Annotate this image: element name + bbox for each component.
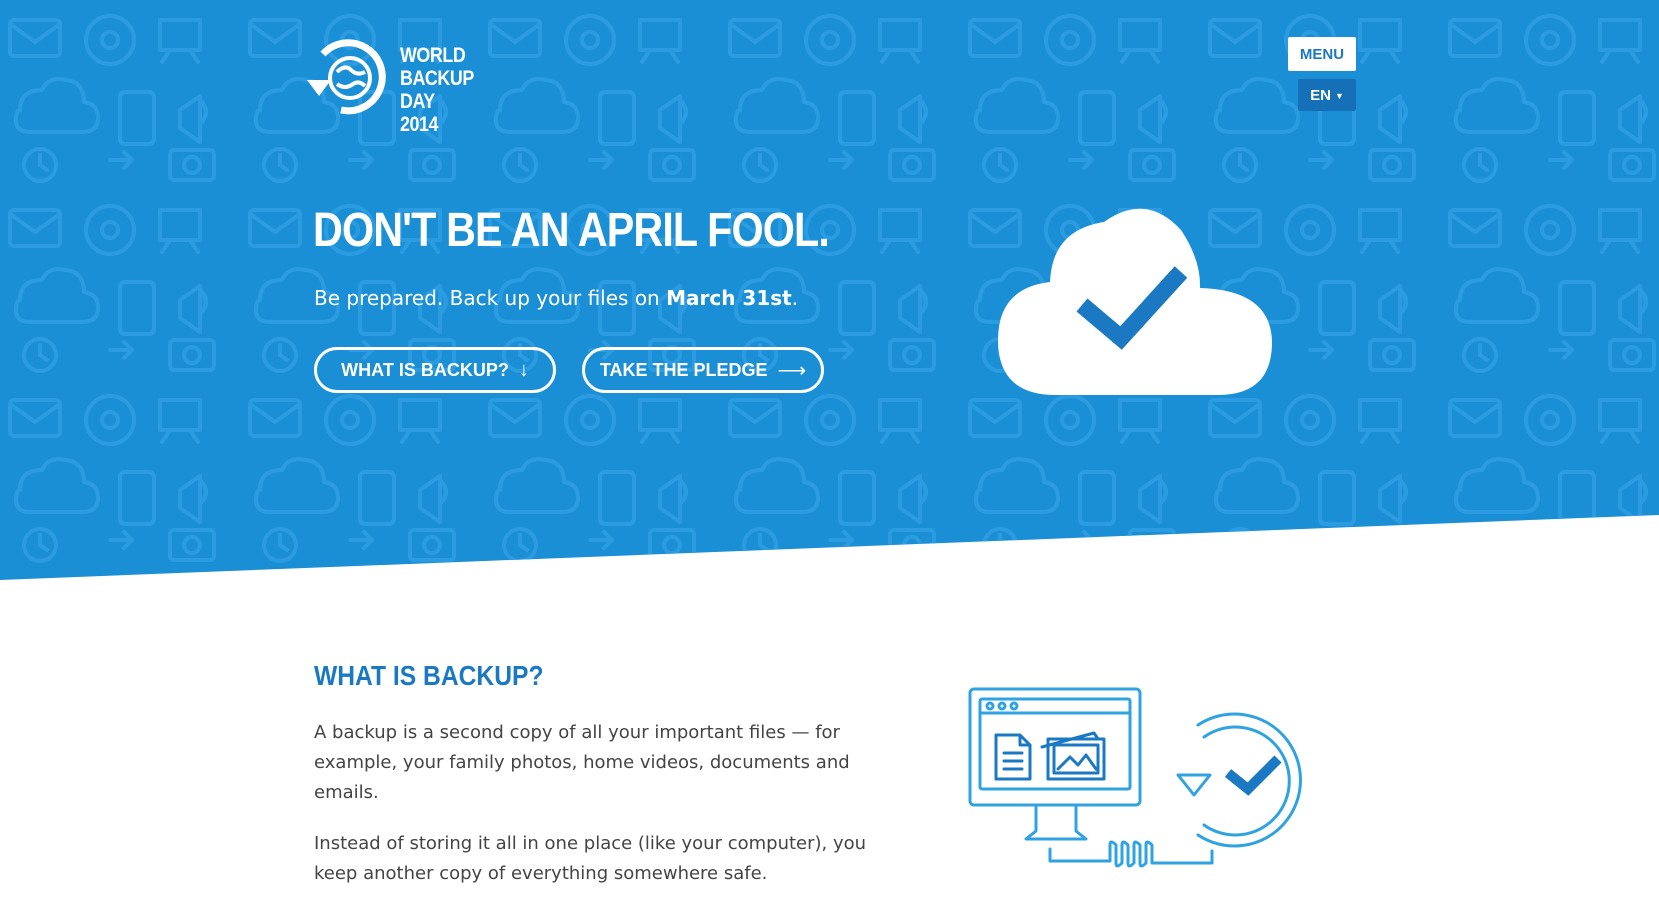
- menu-button[interactable]: MENU: [1288, 37, 1356, 71]
- arrow-right-icon: ⟶: [777, 359, 807, 382]
- arrow-down-icon: ↓: [518, 358, 529, 381]
- backup-cycle-icon: [1196, 712, 1302, 848]
- section-paragraph-1: A backup is a second copy of all your im…: [314, 722, 850, 803]
- take-the-pledge-label: TAKE THE PLEDGE: [599, 359, 768, 380]
- logo-line-2: BACKUP: [400, 67, 474, 90]
- logo-line-3: DAY 2014: [400, 90, 439, 136]
- hero-banner: WORLD BACKUP DAY 2014 MENU EN ▼ DON'T BE …: [0, 0, 1659, 580]
- logo-wordmark: WORLD BACKUP DAY 2014: [400, 44, 474, 136]
- computer-backup-illustration: [968, 687, 1302, 868]
- language-selector[interactable]: EN ▼: [1298, 79, 1356, 111]
- background-icon-pattern: [0, 0, 1659, 580]
- what-is-backup-button[interactable]: WHAT IS BACKUP? ↓: [314, 347, 556, 393]
- logo-line-1: WORLD: [400, 44, 466, 67]
- hero-subline: Be prepared. Back up your files on March…: [314, 286, 798, 310]
- hero-headline: DON'T BE AN APRIL FOOL.: [313, 204, 830, 257]
- backup-cycle-logo-icon: [307, 39, 386, 115]
- caret-down-icon: ▼: [1334, 90, 1344, 101]
- language-label: EN: [1310, 86, 1331, 104]
- subline-end: .: [791, 286, 799, 310]
- section-title: WHAT IS BACKUP?: [314, 660, 544, 691]
- backup-date: March 31st: [666, 286, 792, 310]
- world-backup-day-logo[interactable]: WORLD BACKUP DAY 2014: [305, 36, 485, 136]
- check-icon: [1224, 755, 1282, 796]
- take-the-pledge-button[interactable]: TAKE THE PLEDGE ⟶: [582, 347, 824, 393]
- section-paragraph-2: Instead of storing it all in one place (…: [314, 833, 867, 884]
- what-is-backup-label: WHAT IS BACKUP?: [341, 359, 509, 380]
- subline-text: Be prepared. Back up your files on: [314, 286, 667, 310]
- cloud-check-icon: [998, 208, 1272, 395]
